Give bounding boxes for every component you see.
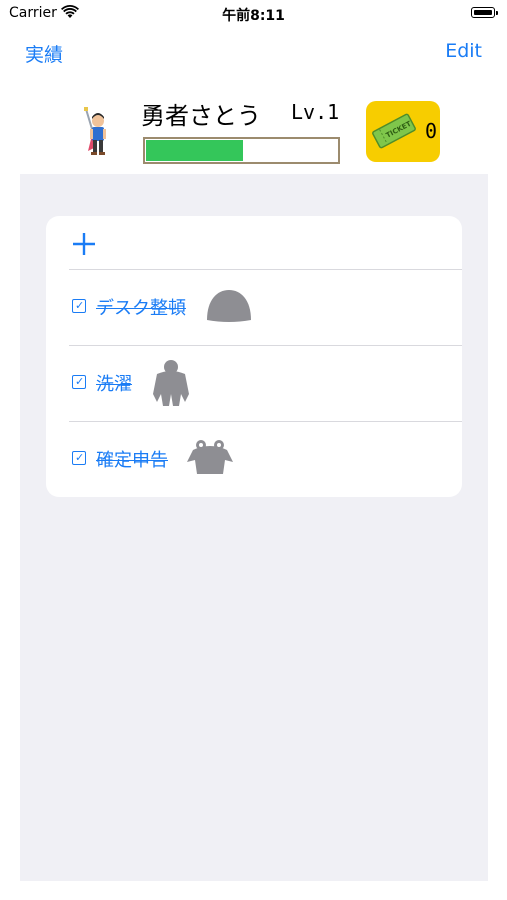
task-row[interactable]: ✓ 洗濯 [69, 346, 462, 421]
edit-button[interactable]: Edit [445, 40, 482, 62]
hero-level: Lv.1 [291, 100, 340, 124]
hp-bar-fill [146, 140, 243, 161]
checkbox-checked-icon[interactable]: ✓ [72, 299, 86, 313]
battery-tip [496, 11, 498, 15]
achievements-button[interactable]: 実績 [25, 40, 63, 67]
add-task-button[interactable] [68, 228, 100, 260]
clock: 午前8:11 [222, 8, 285, 24]
task-label: デスク整頓 [96, 298, 186, 319]
task-label: 確定申告 [96, 450, 168, 471]
task-label: 洗濯 [96, 374, 132, 395]
ticket-button[interactable]: TICKET 0 [366, 101, 440, 162]
status-bar: Carrier 午前8:11 [0, 0, 507, 28]
slime-silhouette-icon [207, 290, 251, 322]
ticket-count: 0 [425, 119, 438, 143]
gorilla-silhouette-icon [153, 360, 189, 406]
checkbox-checked-icon[interactable]: ✓ [72, 375, 86, 389]
task-row[interactable]: ✓ 確定申告 [69, 422, 462, 497]
checkbox-checked-icon[interactable]: ✓ [72, 451, 86, 465]
hero-name: 勇者さとう [141, 102, 261, 130]
frog-silhouette-icon [187, 440, 233, 474]
hp-bar [143, 137, 340, 164]
battery-icon [471, 7, 495, 18]
task-row[interactable]: ✓ デスク整頓 [69, 270, 462, 345]
ticket-icon: TICKET [372, 113, 416, 149]
hero-avatar-icon [84, 107, 106, 155]
